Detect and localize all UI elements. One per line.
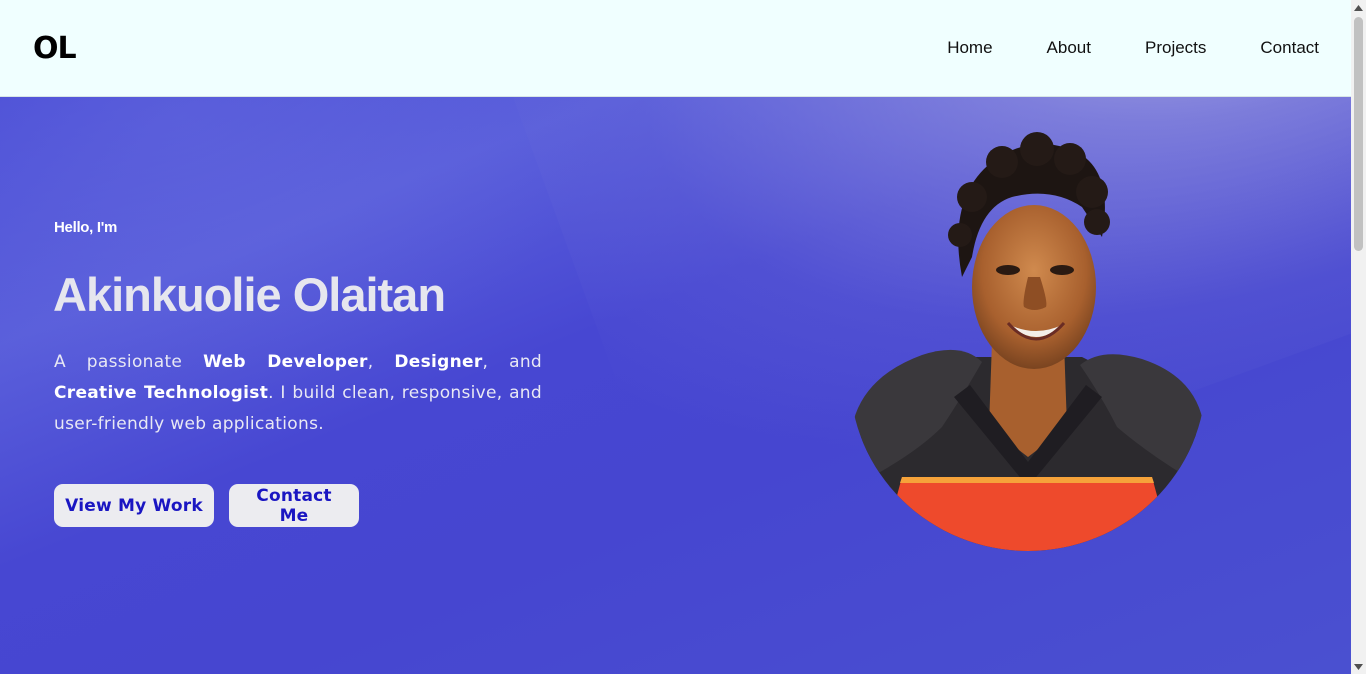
nav-link-contact[interactable]: Contact [1260, 38, 1319, 58]
contact-me-button[interactable]: Contact Me [229, 484, 359, 527]
scrollbar-thumb[interactable] [1354, 17, 1363, 251]
hero-bio: A passionate Web Developer, Designer, an… [54, 352, 542, 434]
navbar: OL Home About Projects Contact [0, 0, 1351, 97]
arrow-up-icon[interactable] [1351, 0, 1366, 15]
profile-photo-illustration [852, 132, 1204, 551]
hero-greeting: Hello, I'm [54, 219, 118, 236]
profile-photo [852, 127, 1204, 551]
nav-links: Home About Projects Contact [893, 38, 1319, 58]
role-creative-technologist: Creative Technologist [54, 383, 269, 403]
view-my-work-button[interactable]: View My Work [54, 484, 214, 527]
site-logo[interactable]: OL [33, 31, 77, 66]
hero-section: Hello, I'm Akinkuolie Olaitan A passiona… [0, 97, 1351, 674]
page-scrollbar[interactable] [1351, 0, 1366, 674]
arrow-down-icon[interactable] [1351, 659, 1366, 674]
role-web-developer: Web Developer [203, 352, 368, 372]
hero-name: Akinkuolie Olaitan [53, 268, 446, 321]
nav-link-about[interactable]: About [1047, 38, 1091, 58]
role-designer: Designer [394, 352, 483, 372]
nav-link-projects[interactable]: Projects [1145, 38, 1206, 58]
nav-link-home[interactable]: Home [947, 38, 992, 58]
